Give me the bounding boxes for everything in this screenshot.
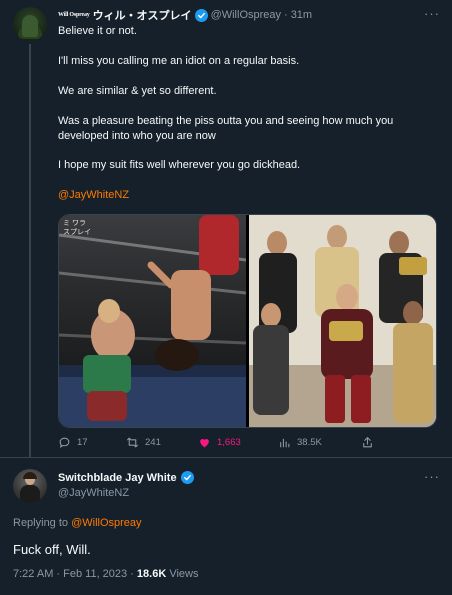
timestamp[interactable]: 7:22 AM · Feb 11, 2023 · [13,568,137,580]
views-count: 38.5K [297,437,322,448]
media-grid: ミ ワラ スプレイ [58,214,437,428]
views-icon [280,438,290,448]
reply-text: Fuck off, Will. [13,542,91,557]
views-total: 18.6K [136,568,167,580]
reply-handle[interactable]: @JayWhiteNZ [58,487,129,499]
watermark-line: ミ ワラ [63,220,86,227]
reply-action[interactable]: 17 [58,436,88,449]
tweet-time[interactable]: 31m [291,9,312,21]
verified-badge-icon [194,8,208,22]
photo-watermark: ミ ワラ スプレイ [63,219,91,237]
retweet-count: 241 [145,437,161,448]
more-icon[interactable]: ··· [424,469,440,484]
avatar-shape [23,472,37,479]
tweet-text-paragraph: Was a pleasure beating the piss outta yo… [58,115,394,142]
tweet-text-line: I hope my suit fits well wherever you go… [58,159,301,171]
tweet-meta: 7:22 AM · Feb 11, 2023 · 18.6K Views [13,568,198,580]
reply-display-name[interactable]: Switchblade Jay White [58,472,177,484]
avatar-jaywhitenz[interactable] [13,469,47,503]
separator-dot: · [284,9,288,21]
group-photo[interactable] [249,215,436,427]
user-handle[interactable]: @WillOspreay [211,9,281,21]
name-logo[interactable]: Will Ospreay [58,12,90,18]
replying-to-mention[interactable]: @WillOspreay [71,517,141,529]
thread-connector [29,44,31,457]
tweet-header: Will Ospreay ウィル・オスプレイ @WillOspreay · 31… [58,8,312,22]
tweet-text-line: Believe it or not. [58,25,137,37]
reply-header: Switchblade Jay White [58,471,194,484]
wrestling-photo-art [59,215,246,427]
like-icon [200,438,209,448]
replying-to: Replying to @WillOspreay [13,517,142,529]
divider [0,457,452,458]
watermark-line: スプレイ [63,229,91,236]
tweet-text-line: I'll miss you calling me an idiot on a r… [58,55,300,67]
display-name[interactable]: ウィル・オスプレイ [93,7,192,23]
reply-icon [59,437,70,448]
reply-count: 17 [77,437,88,448]
wrestling-photo[interactable]: ミ ワラ スプレイ [59,215,246,427]
share-action[interactable] [361,436,374,449]
avatar-shape [22,15,38,37]
like-count: 1,663 [217,437,241,448]
avatar-willospreay[interactable] [13,7,47,41]
verified-badge-icon [180,471,194,484]
group-photo-art [249,215,436,427]
views-label: Views [166,568,199,580]
like-action[interactable]: 1,663 [198,436,241,449]
avatar-shape [20,485,40,503]
share-icon [363,437,372,448]
retweet-icon [127,437,138,448]
more-icon[interactable]: ··· [424,6,440,21]
retweet-action[interactable]: 241 [126,436,161,449]
tweet-actions: 17 241 1,663 38.5K [58,436,438,452]
tweet-text-line: We are similar & yet so different. [58,85,217,97]
mention-link[interactable]: @JayWhiteNZ [58,188,438,203]
replying-prefix: Replying to [13,517,72,529]
views-action[interactable]: 38.5K [278,436,322,449]
